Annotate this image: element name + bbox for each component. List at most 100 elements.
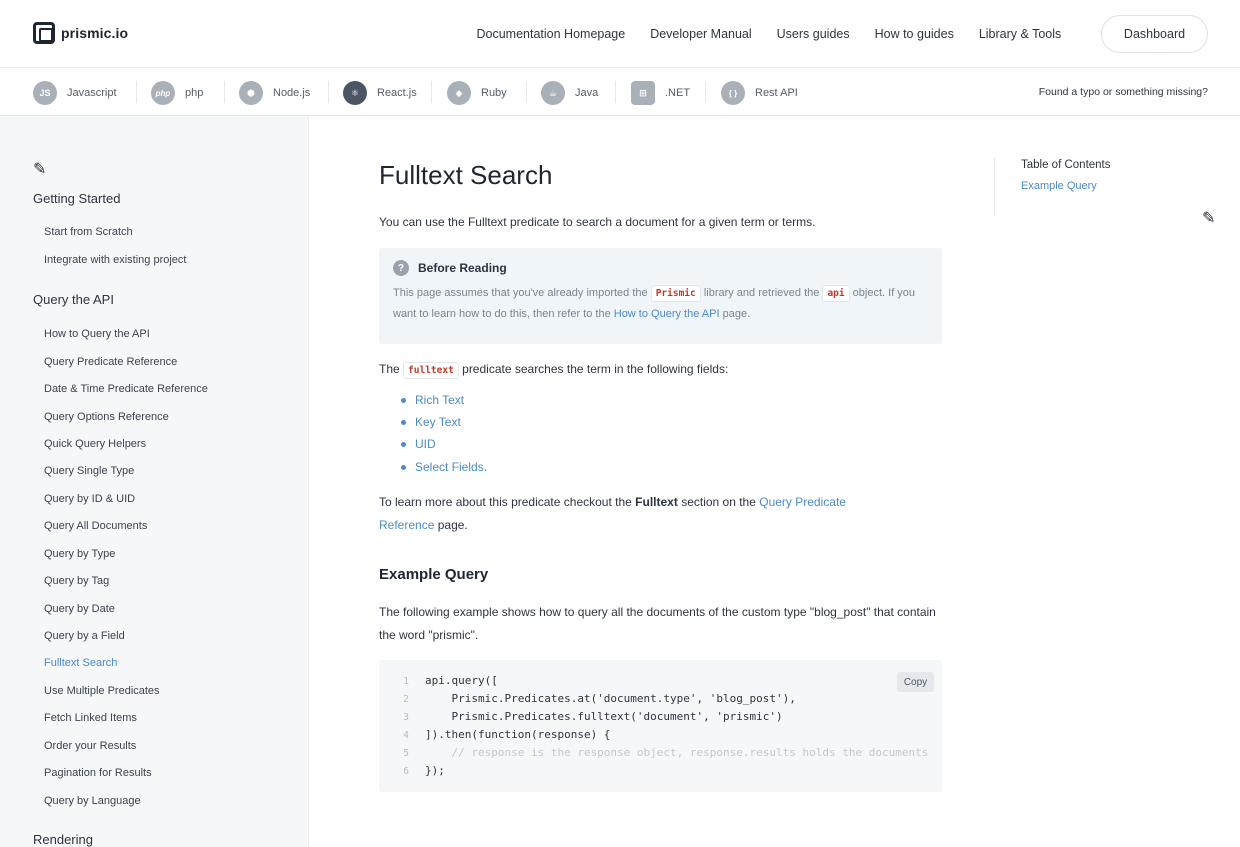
- pencil-icon[interactable]: ✎: [1202, 211, 1215, 227]
- tech-label: Javascript: [67, 87, 117, 99]
- sidebar-item-query-by-language[interactable]: Query by Language: [44, 795, 141, 807]
- fields-intro: The fulltext predicate searches the term…: [379, 358, 728, 382]
- code-block: Copy 1 api.query([ 2 Prismic.Predicates.a…: [379, 660, 942, 792]
- tech-label: Node.js: [273, 87, 311, 99]
- sidebar-item-fetch-linked-items[interactable]: Fetch Linked Items: [44, 712, 137, 724]
- tech-label: .NET: [665, 87, 691, 99]
- sidebar-item-query-by-field[interactable]: Query by a Field: [44, 630, 125, 642]
- line-number: 2: [403, 694, 409, 705]
- field-select-link[interactable]: Select Fields.: [400, 456, 487, 478]
- code-comment: // response is the response object, resp…: [425, 746, 929, 759]
- how-to-query-link[interactable]: How to Query the API: [614, 308, 720, 320]
- line-number: 5: [403, 748, 409, 759]
- text-part: page.: [437, 518, 468, 532]
- divider: [615, 81, 616, 103]
- code-line: 1 api.query([: [379, 672, 498, 690]
- dashboard-button[interactable]: Dashboard: [1101, 15, 1208, 53]
- pencil-icon[interactable]: ✎: [33, 162, 46, 178]
- sidebar-item-query-by-type[interactable]: Query by Type: [44, 548, 115, 560]
- sidebar-item-start-from-scratch[interactable]: Start from Scratch: [44, 226, 133, 238]
- example-description: The following example shows how to query…: [379, 605, 936, 642]
- divider: [431, 81, 432, 103]
- sidebar-item-query-by-date[interactable]: Query by Date: [44, 603, 115, 615]
- logo[interactable]: prismic.io: [33, 22, 128, 44]
- java-icon: ☕: [541, 81, 565, 105]
- line-number: 6: [403, 766, 409, 777]
- sidebar-item-date-time-predicate[interactable]: Date & Time Predicate Reference: [44, 383, 208, 395]
- field-rich-text-link[interactable]: Rich Text: [400, 389, 487, 411]
- inline-code-fulltext: fulltext: [403, 362, 459, 379]
- sidebar-item-query-predicate-reference[interactable]: Query Predicate Reference: [44, 356, 177, 368]
- example-query-heading: Example Query: [379, 566, 489, 583]
- callout-text-part: page.: [722, 308, 751, 320]
- sidebar-item-query-options[interactable]: Query Options Reference: [44, 411, 169, 423]
- tech-rest-api[interactable]: { } Rest API: [721, 81, 798, 105]
- callout-title: Before Reading: [418, 261, 507, 275]
- tech-nodejs[interactable]: ⬢ Node.js: [239, 81, 310, 105]
- typo-feedback-link[interactable]: Found a typo or something missing?: [1039, 86, 1208, 98]
- nav-how-to-guides[interactable]: How to guides: [875, 27, 954, 41]
- sidebar-section-rendering[interactable]: Rendering: [33, 832, 93, 847]
- sidebar-item-integrate-existing[interactable]: Integrate with existing project: [44, 254, 186, 266]
- sidebar-item-query-by-tag[interactable]: Query by Tag: [44, 575, 109, 587]
- text-part: To learn more about this predicate check…: [379, 495, 632, 509]
- callout-text-part: library and retrieved the: [703, 287, 820, 299]
- sidebar-item-query-single-type[interactable]: Query Single Type: [44, 465, 134, 477]
- javascript-icon: JS: [33, 81, 57, 105]
- field-uid-link[interactable]: UID: [400, 433, 487, 455]
- field-key-text-link[interactable]: Key Text: [400, 411, 487, 433]
- rest-api-icon: { }: [721, 81, 745, 105]
- sidebar: ✎ Getting Started Start from Scratch Int…: [0, 116, 309, 847]
- table-of-contents: Table of Contents Example Query: [994, 158, 1194, 216]
- sidebar-section-query-the-api[interactable]: Query the API: [33, 292, 114, 307]
- divider: [224, 81, 225, 103]
- sidebar-item-pagination[interactable]: Pagination for Results: [44, 767, 152, 779]
- nav-library-tools[interactable]: Library & Tools: [979, 27, 1061, 41]
- sidebar-item-fulltext-search[interactable]: Fulltext Search: [44, 657, 117, 669]
- callout-text: This page assumes that you've already im…: [393, 283, 928, 325]
- text-bold: Fulltext: [635, 495, 678, 509]
- sidebar-item-multiple-predicates[interactable]: Use Multiple Predicates: [44, 685, 160, 697]
- tech-label: Java: [575, 87, 599, 99]
- code-text: Prismic.Predicates.at('document.type', '…: [425, 692, 796, 705]
- tech-javascript[interactable]: JS Javascript: [33, 81, 117, 105]
- nav-documentation-homepage[interactable]: Documentation Homepage: [477, 27, 626, 41]
- code-line: 4]).then(function(response) {: [379, 726, 610, 744]
- tech-ruby[interactable]: ◆ Ruby: [447, 81, 507, 105]
- learn-more-text: To learn more about this predicate check…: [379, 491, 899, 537]
- text-part: predicate searches the term in the follo…: [462, 362, 729, 376]
- before-reading-callout: ? Before Reading This page assumes that …: [379, 248, 942, 344]
- copy-button[interactable]: Copy: [897, 672, 934, 692]
- main-nav: Documentation Homepage Developer Manual …: [464, 0, 1074, 68]
- sidebar-item-order-results[interactable]: Order your Results: [44, 740, 136, 752]
- tech-dotnet[interactable]: ⊞ .NET: [631, 81, 690, 105]
- sidebar-item-query-by-id-uid[interactable]: Query by ID & UID: [44, 493, 135, 505]
- question-icon: ?: [393, 260, 409, 276]
- sidebar-item-query-all-documents[interactable]: Query All Documents: [44, 520, 147, 532]
- divider: [328, 81, 329, 103]
- toc-item-example-query[interactable]: Example Query: [1021, 180, 1097, 192]
- code-line: 2 Prismic.Predicates.at('document.type',…: [379, 690, 796, 708]
- code-line: 5 // response is the response object, re…: [379, 744, 928, 762]
- tech-java[interactable]: ☕ Java: [541, 81, 598, 105]
- sidebar-item-how-to-query[interactable]: How to Query the API: [44, 328, 150, 340]
- top-header: prismic.io Documentation Homepage Develo…: [0, 0, 1240, 68]
- tech-label: React.js: [377, 87, 417, 99]
- tech-php[interactable]: php php: [151, 81, 203, 105]
- page-title: Fulltext Search: [379, 160, 553, 190]
- nav-users-guides[interactable]: Users guides: [777, 27, 850, 41]
- tech-label: php: [185, 87, 204, 99]
- inline-code-api: api: [822, 285, 850, 302]
- sidebar-section-getting-started[interactable]: Getting Started: [33, 191, 120, 206]
- nav-developer-manual[interactable]: Developer Manual: [650, 27, 751, 41]
- code-line: 6});: [379, 762, 445, 780]
- tech-reactjs[interactable]: ⚛ React.js: [343, 81, 417, 105]
- nodejs-icon: ⬢: [239, 81, 263, 105]
- sidebar-item-quick-query-helpers[interactable]: Quick Query Helpers: [44, 438, 146, 450]
- prismic-logo-icon: [33, 22, 55, 44]
- text-part: The: [379, 362, 400, 376]
- code-line: 3 Prismic.Predicates.fulltext('document'…: [379, 708, 782, 726]
- code-text: api.query([: [425, 674, 498, 687]
- divider: [705, 81, 706, 103]
- code-text: ]).then(function(response) {: [425, 728, 611, 741]
